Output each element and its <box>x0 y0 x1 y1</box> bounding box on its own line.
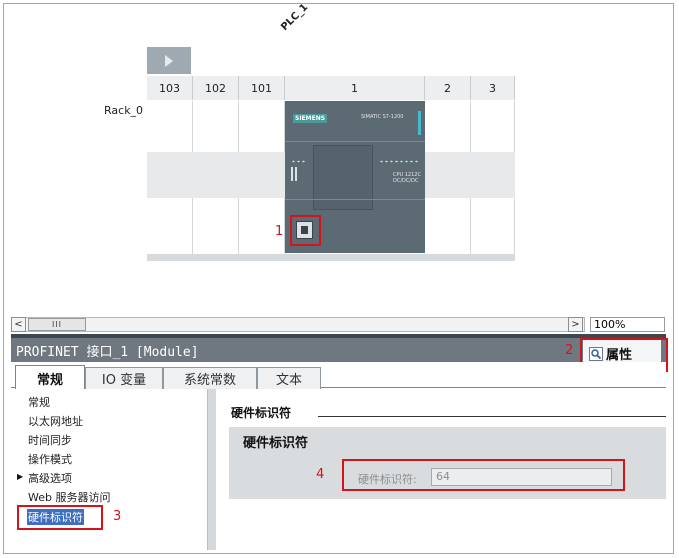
cpu-model: SIMATIC S7-1200 <box>361 114 404 120</box>
cpu-stripe <box>285 141 425 142</box>
annotation-number-4: 4 <box>316 467 325 482</box>
tab-texts[interactable]: 文本 <box>257 367 321 389</box>
cpu-brand: SIEMENS <box>293 114 328 123</box>
cpu-type-label: CPU 1212C DC/DC/DC <box>393 172 421 184</box>
annotation-number-1: 1 <box>275 224 284 239</box>
cpu-status-bar <box>418 111 421 135</box>
section-divider <box>318 416 666 417</box>
grip-icon: III <box>51 320 63 329</box>
scroll-right-button[interactable]: > <box>568 317 583 332</box>
triangle-right-icon[interactable]: ▶ <box>17 472 23 481</box>
nav-item-web-server-access[interactable]: Web 服务器访问 <box>28 489 110 505</box>
horizontal-scrollbar[interactable] <box>11 317 585 332</box>
triangle-right-icon <box>165 54 173 67</box>
nav-item-operating-mode[interactable]: 操作模式 <box>28 451 72 467</box>
zoom-level-select[interactable]: 100% <box>590 317 665 332</box>
tab-system-constants[interactable]: 系统常数 <box>163 367 257 389</box>
annotation-number-3: 3 <box>113 509 122 524</box>
annotation-box-1 <box>290 215 321 246</box>
chevron-right-icon: > <box>571 319 580 330</box>
rack-bottom-strip <box>147 254 515 261</box>
slot-header-101: 101 <box>239 76 285 100</box>
panel-title: 硬件标识符 <box>243 436 309 451</box>
annotation-number-2: 2 <box>565 343 574 358</box>
slot-header-102: 102 <box>193 76 239 100</box>
inspector-title: PROFINET 接口_1 [Module] <box>16 345 199 360</box>
rack-label: Rack_0 <box>104 104 144 117</box>
slot-header-1: 1 <box>285 76 425 100</box>
nav-item-general[interactable]: 常规 <box>28 394 50 410</box>
cpu-stripe <box>285 199 425 200</box>
nav-splitter[interactable] <box>207 389 216 550</box>
cpu-front-window <box>313 145 373 210</box>
annotation-box-3 <box>17 505 103 530</box>
section-title: 硬件标识符 <box>231 406 292 420</box>
chevron-left-icon: < <box>14 319 23 330</box>
cpu-io-terminal <box>291 167 297 181</box>
scrollbar-thumb[interactable]: III <box>28 318 86 331</box>
expand-rack-button[interactable] <box>147 47 191 74</box>
tab-io-tags[interactable]: IO 变量 <box>85 367 163 389</box>
cpu-type-line2: DC/DC/DC <box>393 178 419 184</box>
annotation-box-4 <box>342 459 625 491</box>
cpu-leds-left <box>291 160 307 163</box>
nav-item-time-sync[interactable]: 时间同步 <box>28 432 72 448</box>
nav-item-ethernet-address[interactable]: 以太网地址 <box>28 413 83 429</box>
scroll-left-button[interactable]: < <box>11 317 26 332</box>
slot-header-103: 103 <box>147 76 193 100</box>
cpu-leds-right <box>379 160 419 163</box>
tab-general[interactable]: 常规 <box>15 365 85 390</box>
slot-header-3: 3 <box>471 76 515 100</box>
nav-item-advanced-options[interactable]: 高级选项 <box>28 470 72 486</box>
slot-header-2: 2 <box>425 76 471 100</box>
